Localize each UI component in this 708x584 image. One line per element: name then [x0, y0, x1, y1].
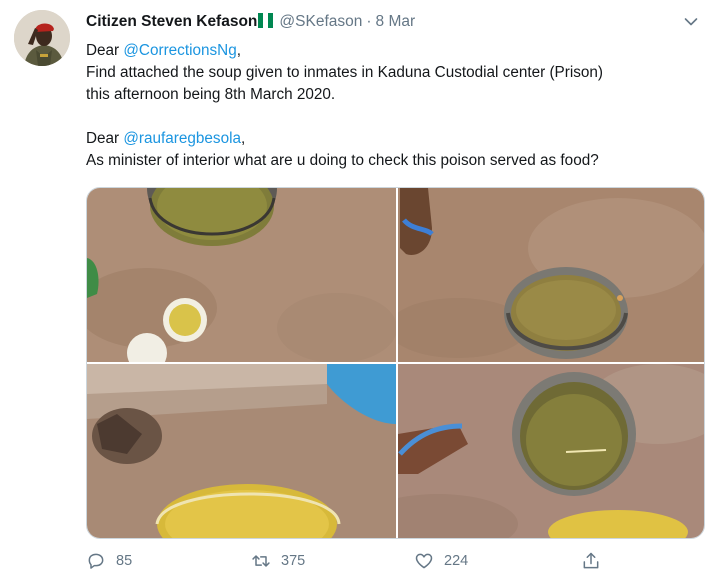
reply-button[interactable]: 85 — [86, 549, 132, 573]
chevron-down-icon[interactable] — [683, 14, 699, 30]
text-segment: , — [236, 42, 241, 59]
like-count: 224 — [444, 553, 469, 569]
separator-dot: · — [366, 13, 372, 30]
tweet-line: As minister of interior what are u doing… — [86, 152, 599, 169]
text-segment: Dear — [86, 130, 124, 147]
mention-link[interactable]: @CorrectionsNg — [123, 42, 236, 59]
nigeria-flag-icon — [258, 13, 274, 28]
tweet-line: Dear @CorrectionsNg, — [86, 40, 702, 62]
media-grid — [86, 187, 705, 539]
heart-icon — [415, 553, 433, 569]
media-photo[interactable] — [398, 364, 704, 538]
tweet-date[interactable]: 8 Mar — [376, 13, 416, 30]
media-photo[interactable] — [87, 364, 396, 538]
display-name[interactable]: Citizen Steven Kefason — [86, 13, 257, 30]
tweet[interactable]: Citizen Steven Kefason @SKefason · 8 Mar D… — [0, 0, 708, 584]
avatar-photo — [14, 10, 70, 66]
text-segment: Dear — [86, 42, 124, 59]
tweet-line: this afternoon being 8th March 2020. — [86, 86, 336, 103]
reply-icon — [88, 553, 104, 569]
avatar[interactable] — [14, 10, 70, 66]
tweet-actions: 85 375 224 — [86, 549, 686, 573]
retweet-button[interactable]: 375 — [251, 549, 305, 573]
media-photo[interactable] — [87, 188, 396, 362]
tweet-text: Dear @CorrectionsNg, Find attached the s… — [86, 40, 702, 172]
like-button[interactable]: 224 — [414, 549, 468, 573]
retweet-icon — [252, 555, 270, 567]
share-icon — [583, 552, 599, 569]
retweet-count: 375 — [281, 553, 306, 569]
media-photo[interactable] — [398, 188, 704, 362]
tweet-header: Citizen Steven Kefason @SKefason · 8 Mar — [86, 13, 415, 33]
share-button[interactable] — [581, 549, 601, 573]
text-segment: , — [241, 130, 246, 147]
tweet-line: Find attached the soup given to inmates … — [86, 64, 603, 81]
reply-count: 85 — [116, 553, 133, 569]
mention-link[interactable]: @raufaregbesola — [123, 130, 241, 147]
tweet-line: Dear @raufaregbesola, — [86, 128, 702, 150]
user-handle[interactable]: @SKefason — [279, 13, 362, 30]
